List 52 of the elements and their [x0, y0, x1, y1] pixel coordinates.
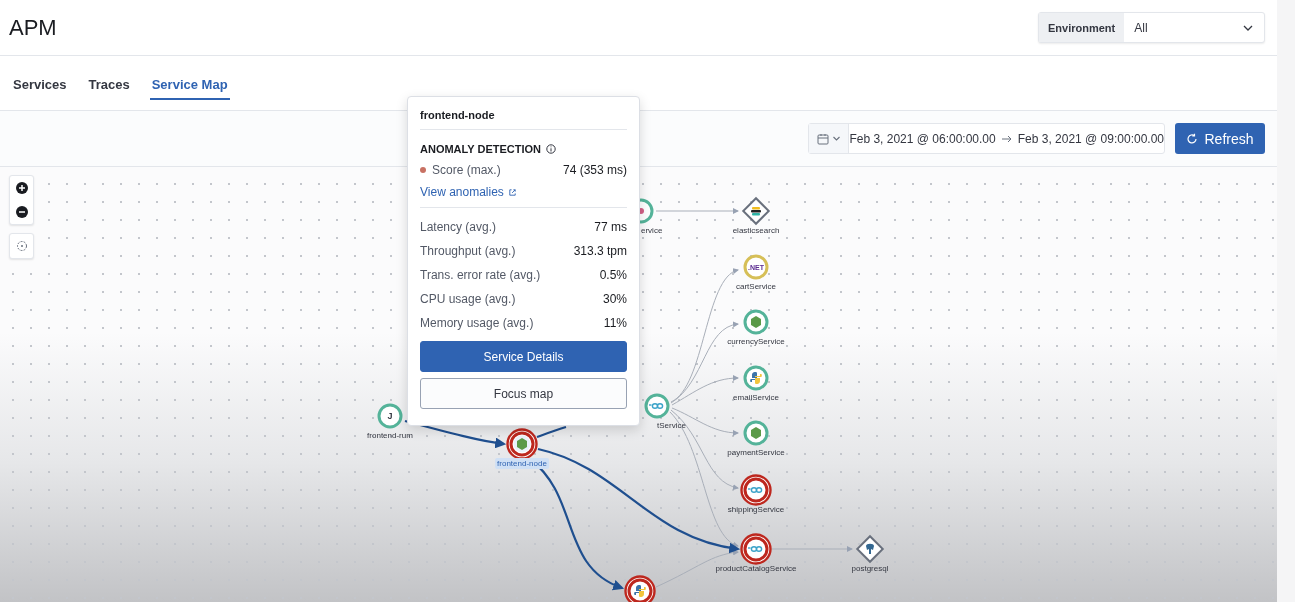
- end-date[interactable]: Feb 3, 2021 @ 09:00:00.00: [1017, 131, 1164, 146]
- tab[interactable]: Traces: [86, 70, 132, 100]
- service-node[interactable]: [740, 533, 772, 565]
- node-label: ervice: [640, 225, 664, 236]
- node-label: frontend-rum: [366, 430, 414, 441]
- info-icon: [546, 144, 556, 154]
- node-label: emailService: [732, 392, 780, 403]
- tab[interactable]: Service Map: [149, 70, 230, 100]
- calendar-icon: [816, 132, 829, 145]
- chevron-down-icon: [831, 134, 841, 143]
- service-details-button[interactable]: Service Details: [420, 341, 627, 372]
- plus-icon: [15, 182, 28, 194]
- service-node[interactable]: [624, 575, 656, 602]
- severity-dot: [420, 167, 426, 173]
- crosshair-icon: [15, 240, 28, 252]
- refresh-icon: [1186, 132, 1199, 145]
- node-label: frontend-node: [495, 458, 549, 469]
- metric-value: 0.5%: [599, 268, 627, 282]
- metric-label: Trans. error rate (avg.): [420, 268, 541, 282]
- node-label: paymentService: [726, 447, 786, 458]
- node-label: tService: [656, 420, 687, 431]
- metric-value: 313.3 tpm: [573, 244, 627, 258]
- start-date[interactable]: Feb 3, 2021 @ 06:00:00.00: [849, 131, 996, 146]
- metric-value: 77 ms: [594, 220, 627, 234]
- metric-label: Score (max.): [432, 163, 501, 177]
- metric-value: 30%: [602, 292, 627, 306]
- metric-label: Memory usage (avg.): [420, 316, 534, 330]
- focus-map-button[interactable]: Focus map: [420, 378, 627, 409]
- external-link-icon: [507, 187, 517, 197]
- node-label: cartService: [735, 281, 777, 292]
- node-label: postgresql: [850, 563, 890, 574]
- tab[interactable]: Services: [11, 70, 69, 100]
- service-node[interactable]: [740, 474, 772, 506]
- popover-title: frontend-node: [420, 109, 627, 130]
- metric-label: CPU usage (avg.): [420, 292, 516, 306]
- service-node[interactable]: [506, 428, 538, 460]
- page-title: APM: [9, 14, 57, 41]
- node-label: shippingService: [726, 504, 786, 515]
- view-anomalies-link[interactable]: View anomalies: [420, 185, 517, 199]
- node-label: productCatalogService: [714, 563, 798, 574]
- quick-menu-button[interactable]: [809, 124, 850, 153]
- environment-select[interactable]: Environment All: [1038, 12, 1265, 43]
- section-heading: ANOMALY DETECTION: [420, 143, 541, 155]
- metric-label: Latency (avg.): [420, 220, 497, 234]
- metric-label: Throughput (avg.): [420, 244, 516, 258]
- metric-value: 11%: [603, 316, 627, 330]
- node-label: currencyService: [726, 336, 786, 347]
- node-label: elasticsearch: [731, 225, 781, 236]
- minus-icon: [15, 206, 28, 218]
- metric-value: 74 (353 ms): [562, 163, 627, 177]
- refresh-button[interactable]: Refresh: [1175, 123, 1265, 154]
- arrow-right-icon: [1001, 134, 1012, 143]
